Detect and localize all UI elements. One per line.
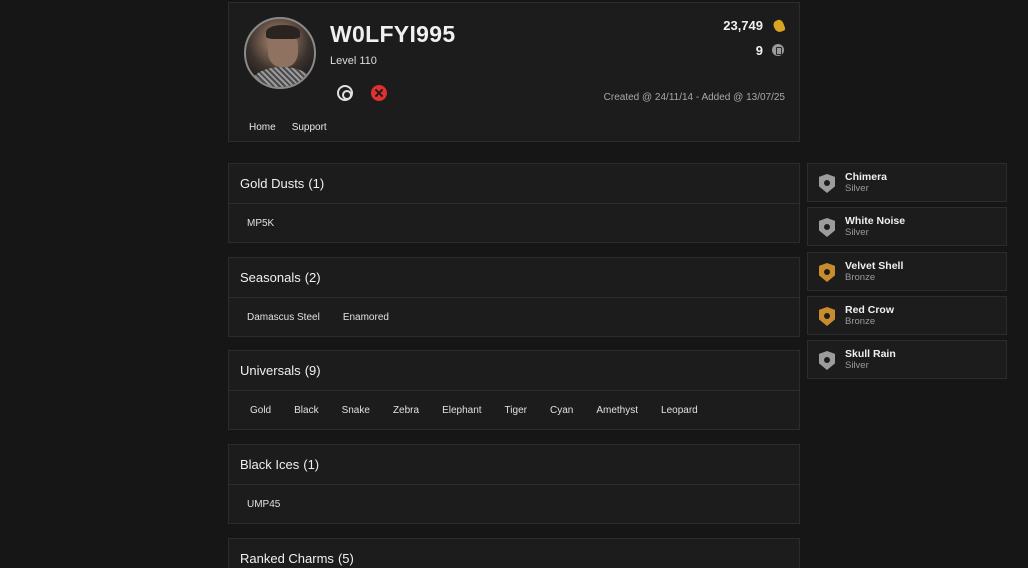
- ubisoft-icon[interactable]: [337, 85, 353, 101]
- section-header: Seasonals (2): [229, 258, 799, 298]
- skin-item[interactable]: Damascus Steel: [247, 312, 320, 323]
- xbox-icon[interactable]: [371, 85, 387, 101]
- skin-item[interactable]: Elephant: [442, 405, 481, 416]
- section-count: (1): [303, 457, 320, 472]
- bronze-charm-icon: [819, 263, 835, 282]
- charm-tier: Silver: [845, 183, 869, 194]
- renown-value: 23,749: [723, 18, 763, 33]
- section-title: Black Ices: [240, 457, 300, 472]
- charm-tier: Bronze: [845, 272, 876, 283]
- account-dates: Created @ 24/11/14 - Added @ 13/07/25: [603, 92, 785, 103]
- skin-item[interactable]: Black: [294, 405, 318, 416]
- section-universals: Universals (9) Gold Black Snake Zebra El…: [228, 350, 800, 430]
- skin-item[interactable]: Cyan: [550, 405, 573, 416]
- charm-name: White Noise: [845, 215, 906, 227]
- skin-item[interactable]: Gold: [250, 405, 271, 416]
- section-header: Black Ices (1): [229, 445, 799, 485]
- section-title: Universals: [240, 363, 301, 378]
- charm-name: Chimera: [845, 171, 888, 183]
- nav-home[interactable]: Home: [249, 122, 276, 133]
- credits-icon: [772, 44, 784, 56]
- credits-value: 9: [755, 43, 763, 58]
- section-items: Gold Black Snake Zebra Elephant Tiger Cy…: [229, 391, 799, 429]
- skin-item[interactable]: Leopard: [661, 405, 698, 416]
- section-count: (5): [337, 551, 354, 566]
- charm-tier: Bronze: [845, 316, 876, 327]
- silver-charm-icon: [819, 174, 835, 193]
- profile-nav: Home Support: [249, 122, 327, 133]
- player-level: Level 110: [330, 55, 377, 67]
- section-black-ices: Black Ices (1) UMP45: [228, 444, 800, 524]
- section-seasonals: Seasonals (2) Damascus Steel Enamored: [228, 257, 800, 337]
- charm-tier: Silver: [845, 227, 869, 238]
- section-ranked-charms: Ranked Charms (5): [228, 538, 800, 568]
- silver-charm-icon: [819, 351, 835, 370]
- silver-charm-icon: [819, 218, 835, 237]
- section-items: UMP45: [229, 485, 799, 523]
- charm-card[interactable]: Red Crow Bronze: [807, 296, 1007, 335]
- skin-item[interactable]: Zebra: [393, 405, 419, 416]
- profile-card: W0LFYI995 Level 110 23,749 9 Created @ 2…: [228, 2, 800, 142]
- section-count: (2): [304, 270, 321, 285]
- section-items: Damascus Steel Enamored: [229, 298, 799, 336]
- section-gold-dusts: Gold Dusts (1) MP5K: [228, 163, 800, 243]
- skin-item[interactable]: Tiger: [505, 405, 527, 416]
- charm-name: Skull Rain: [845, 348, 896, 360]
- section-title: Gold Dusts: [240, 176, 305, 191]
- skin-item[interactable]: Snake: [342, 405, 370, 416]
- section-count: (9): [304, 363, 321, 378]
- section-title: Seasonals: [240, 270, 301, 285]
- section-header: Universals (9): [229, 351, 799, 391]
- bronze-charm-icon: [819, 307, 835, 326]
- nav-support[interactable]: Support: [292, 122, 327, 133]
- charm-name: Red Crow: [845, 304, 895, 316]
- renown-icon: [772, 18, 786, 34]
- skin-item[interactable]: UMP45: [247, 499, 280, 510]
- charm-card[interactable]: White Noise Silver: [807, 207, 1007, 246]
- section-count: (1): [308, 176, 325, 191]
- charm-card[interactable]: Skull Rain Silver: [807, 340, 1007, 379]
- charm-tier: Silver: [845, 360, 869, 371]
- charm-name: Velvet Shell: [845, 260, 904, 272]
- charm-card[interactable]: Velvet Shell Bronze: [807, 252, 1007, 291]
- section-header: Gold Dusts (1): [229, 164, 799, 204]
- avatar: [244, 17, 316, 89]
- charm-card[interactable]: Chimera Silver: [807, 163, 1007, 202]
- skin-item[interactable]: MP5K: [247, 218, 274, 229]
- skin-item[interactable]: Enamored: [343, 312, 389, 323]
- section-items: MP5K: [229, 204, 799, 242]
- section-title: Ranked Charms: [240, 551, 334, 566]
- skin-item[interactable]: Amethyst: [596, 405, 638, 416]
- username: W0LFYI995: [330, 21, 456, 47]
- section-header: Ranked Charms (5): [229, 539, 799, 568]
